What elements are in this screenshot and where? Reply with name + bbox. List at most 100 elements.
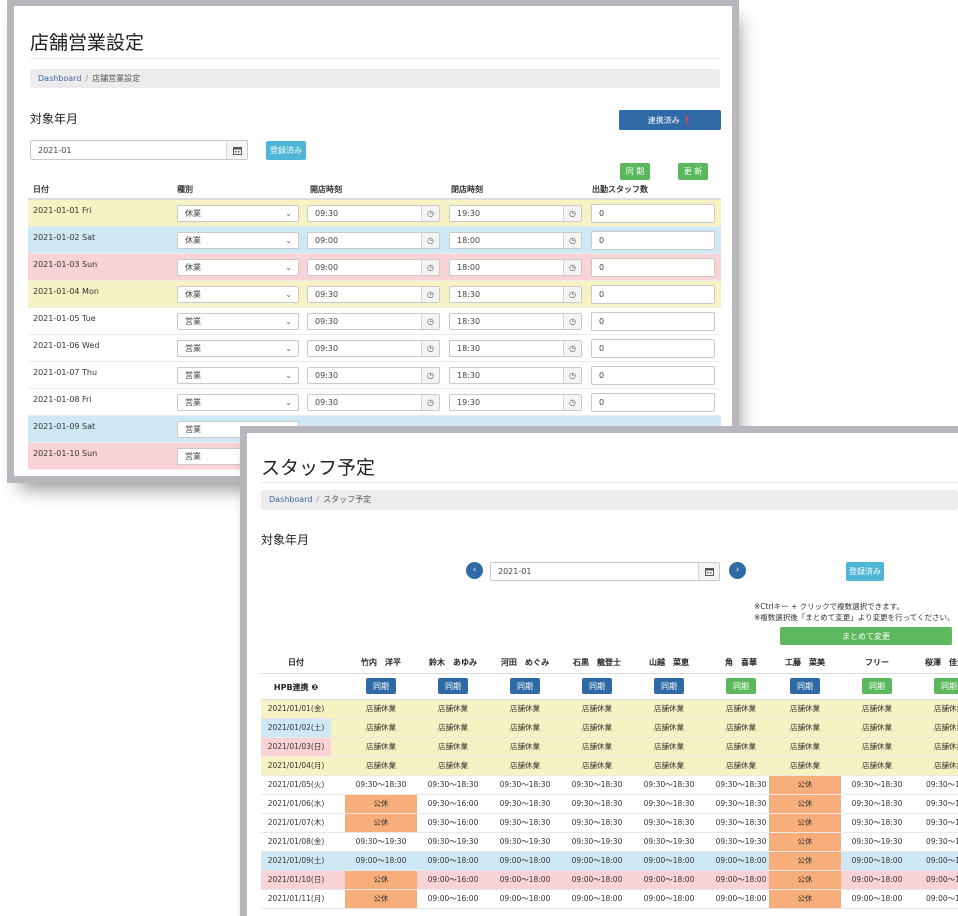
schedule-cell[interactable]: 09:30〜18:30 xyxy=(705,795,777,813)
staff-count-input[interactable]: 0 xyxy=(591,312,715,331)
update-button[interactable]: 更 新 xyxy=(678,163,708,180)
clock-icon[interactable]: ◷ xyxy=(421,395,439,410)
schedule-cell[interactable]: 09:30〜18:30 xyxy=(633,814,705,832)
schedule-cell[interactable]: 店舗休業 xyxy=(489,757,561,775)
schedule-cell[interactable]: 店舗休業 xyxy=(633,738,705,756)
schedule-cell[interactable]: 09:30〜18:3 xyxy=(913,795,958,813)
staff-count-input[interactable]: 0 xyxy=(591,285,715,304)
open-time-input[interactable]: 09:30 ◷ xyxy=(307,286,440,303)
schedule-cell[interactable]: 店舗休業 xyxy=(561,738,633,756)
schedule-cell[interactable]: 店舗休業 xyxy=(841,719,913,737)
schedule-cell[interactable]: 09:30〜18:30 xyxy=(705,814,777,832)
sync-status-button[interactable]: 連携済み ❗ xyxy=(619,110,721,130)
schedule-cell[interactable]: 公休 xyxy=(769,795,841,813)
schedule-cell[interactable]: 店舗休業 xyxy=(417,757,489,775)
schedule-cell[interactable]: 店舗休業 xyxy=(633,719,705,737)
open-time-input[interactable]: 09:00 ◷ xyxy=(307,259,440,276)
clock-icon[interactable]: ◷ xyxy=(563,260,581,275)
schedule-cell[interactable]: 09:00〜18:00 xyxy=(705,871,777,889)
staff-sync-button[interactable]: 同期 xyxy=(654,678,684,694)
schedule-cell[interactable]: 店舗休業 xyxy=(561,700,633,718)
staff-count-input[interactable]: 0 xyxy=(591,339,715,358)
staff-sync-button[interactable]: 同期 xyxy=(438,678,468,694)
schedule-cell[interactable]: 09:30〜18:30 xyxy=(841,795,913,813)
clock-icon[interactable]: ◷ xyxy=(421,341,439,356)
type-select[interactable]: 営業⌄ xyxy=(177,367,299,384)
prev-month-button[interactable]: ‹ xyxy=(466,562,483,579)
clock-icon[interactable]: ◷ xyxy=(563,341,581,356)
clock-icon[interactable]: ◷ xyxy=(421,314,439,329)
schedule-cell[interactable]: 公休 xyxy=(345,814,417,832)
schedule-cell[interactable]: 店舗休業 xyxy=(769,757,841,775)
clock-icon[interactable]: ◷ xyxy=(421,368,439,383)
open-time-input[interactable]: 09:00 ◷ xyxy=(307,232,440,249)
schedule-cell[interactable]: 09:30〜18:30 xyxy=(561,776,633,794)
schedule-cell[interactable]: 店舗休業 xyxy=(345,757,417,775)
schedule-cell[interactable]: 店舗休業 xyxy=(345,700,417,718)
breadcrumb-home-link[interactable]: Dashboard xyxy=(269,495,312,504)
schedule-cell[interactable]: 09:00〜18:00 xyxy=(633,852,705,870)
staff-sync-button[interactable]: 同期 xyxy=(862,678,892,694)
type-select[interactable]: 休業 ⌄ xyxy=(177,259,299,276)
schedule-cell[interactable]: 店舗休業 xyxy=(913,757,958,775)
schedule-cell[interactable]: 店舗休業 xyxy=(705,738,777,756)
open-time-input[interactable]: 09:30 ◷ xyxy=(307,205,440,222)
close-time-input[interactable]: 18:30 ◷ xyxy=(449,367,582,384)
close-time-input[interactable]: 18:30 ◷ xyxy=(449,340,582,357)
schedule-cell[interactable]: 09:00〜18:00 xyxy=(489,852,561,870)
schedule-cell[interactable]: 店舗休業 xyxy=(705,700,777,718)
clock-icon[interactable]: ◷ xyxy=(563,314,581,329)
schedule-cell[interactable]: 09:30〜18:30 xyxy=(345,776,417,794)
schedule-cell[interactable]: 09:00〜18:00 xyxy=(633,890,705,908)
schedule-cell[interactable]: 09:00〜18:0 xyxy=(913,890,958,908)
calendar-icon[interactable] xyxy=(698,563,719,580)
close-time-input[interactable]: 18:30 ◷ xyxy=(449,286,582,303)
schedule-cell[interactable]: 公休 xyxy=(769,852,841,870)
schedule-cell[interactable]: 公休 xyxy=(345,795,417,813)
close-time-input[interactable]: 18:00 ◷ xyxy=(449,232,582,249)
schedule-cell[interactable]: 09:30〜18:30 xyxy=(841,776,913,794)
bulk-change-button[interactable]: まとめて変更 xyxy=(780,627,952,645)
schedule-cell[interactable]: 09:00〜18:00 xyxy=(561,890,633,908)
schedule-cell[interactable]: 店舗休業 xyxy=(769,719,841,737)
schedule-cell[interactable]: 店舗休業 xyxy=(633,700,705,718)
schedule-cell[interactable]: 公休 xyxy=(345,871,417,889)
staff-sync-button[interactable]: 同期 xyxy=(510,678,540,694)
schedule-cell[interactable]: 店舗休業 xyxy=(561,757,633,775)
clock-icon[interactable]: ◷ xyxy=(563,395,581,410)
schedule-cell[interactable]: 店舗休業 xyxy=(561,719,633,737)
schedule-cell[interactable]: 公休 xyxy=(769,814,841,832)
schedule-cell[interactable]: 09:30〜19:30 xyxy=(633,833,705,851)
schedule-cell[interactable]: 09:00〜18:0 xyxy=(913,852,958,870)
staff-sync-button[interactable]: 同期 xyxy=(582,678,612,694)
schedule-cell[interactable]: 店舗休業 xyxy=(841,700,913,718)
registered-badge-button[interactable]: 登録済み xyxy=(846,562,884,581)
schedule-cell[interactable]: 店舗休業 xyxy=(913,719,958,737)
schedule-cell[interactable]: 店舗休業 xyxy=(633,757,705,775)
schedule-cell[interactable]: 店舗休業 xyxy=(705,719,777,737)
schedule-cell[interactable]: 09:00〜18:00 xyxy=(489,890,561,908)
schedule-cell[interactable]: 09:30〜18:30 xyxy=(489,814,561,832)
schedule-cell[interactable]: 09:30〜19:30 xyxy=(561,833,633,851)
clock-icon[interactable]: ◷ xyxy=(421,287,439,302)
close-time-input[interactable]: 19:30 ◷ xyxy=(449,205,582,222)
schedule-cell[interactable]: 店舗休業 xyxy=(769,700,841,718)
schedule-cell[interactable]: 09:30〜18:30 xyxy=(489,795,561,813)
staff-sync-button[interactable]: 同期 xyxy=(726,678,756,694)
schedule-cell[interactable]: 店舗休業 xyxy=(489,700,561,718)
schedule-cell[interactable]: 店舗休業 xyxy=(913,700,958,718)
schedule-cell[interactable]: 09:30〜16:00 xyxy=(417,814,489,832)
schedule-cell[interactable]: 09:30〜19:30 xyxy=(417,833,489,851)
schedule-cell[interactable]: 09:30〜19:30 xyxy=(489,833,561,851)
open-time-input[interactable]: 09:30 ◷ xyxy=(307,367,440,384)
schedule-cell[interactable]: 09:30〜19:30 xyxy=(705,833,777,851)
schedule-cell[interactable]: 公休 xyxy=(769,871,841,889)
schedule-cell[interactable]: 09:30〜18:3 xyxy=(913,776,958,794)
staff-count-input[interactable]: 0 xyxy=(591,393,715,412)
schedule-cell[interactable]: 店舗休業 xyxy=(417,738,489,756)
staff-count-input[interactable]: 0 xyxy=(591,258,715,277)
schedule-cell[interactable]: 09:30〜18:3 xyxy=(913,814,958,832)
schedule-cell[interactable]: 公休 xyxy=(345,890,417,908)
open-time-input[interactable]: 09:30 ◷ xyxy=(307,394,440,411)
close-time-input[interactable]: 19:30 ◷ xyxy=(449,394,582,411)
